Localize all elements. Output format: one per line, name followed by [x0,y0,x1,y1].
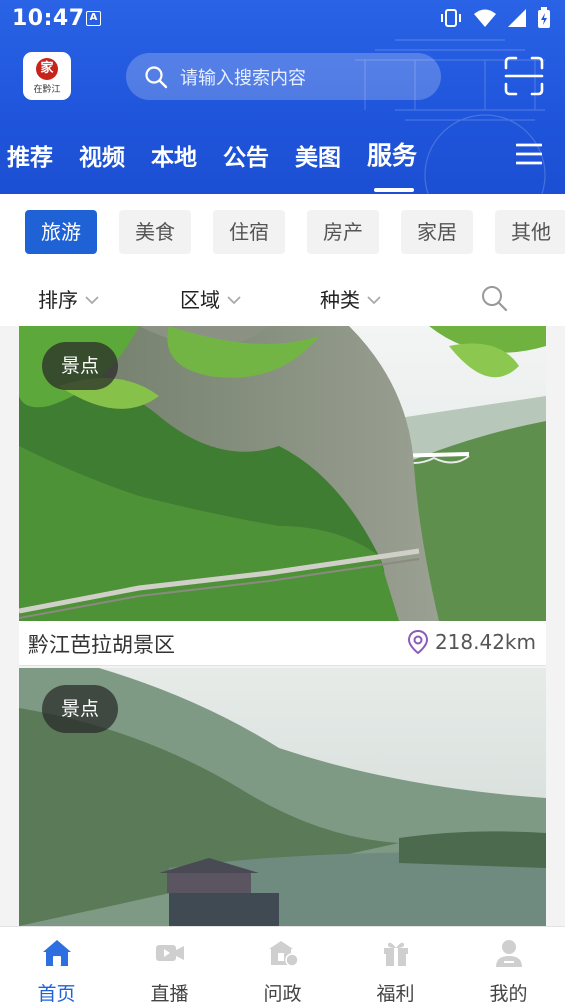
filter-search-icon[interactable] [480,284,508,312]
system-icons [439,7,551,28]
nav-benefits-label: 福利 [376,983,415,1004]
nav-inquiry-label: 问政 [263,983,302,1004]
logo-seal: 家 [36,57,58,80]
nav-inquiry[interactable]: 问政 [226,927,339,1004]
status-bar: 10:47 A [0,0,565,38]
notification-a-icon: A [86,11,101,26]
home-icon [43,940,71,966]
chevron-down-icon [227,295,241,304]
app-logo[interactable]: 家 在黔江 [23,52,71,100]
logo-text: 在黔江 [33,84,61,95]
bottom-nav: 首页 直播 问政 福利 我的 [0,926,565,1004]
location-pin-icon [407,629,428,655]
nav-home[interactable]: 首页 [0,927,113,1004]
chip-lodging[interactable]: 住宿 [213,210,285,254]
tab-recommend[interactable]: 推荐 [7,138,53,172]
user-icon [496,940,522,967]
battery-icon [538,7,550,28]
chip-real-estate[interactable]: 房产 [307,210,379,254]
poi-distance: 218.42km [407,629,536,655]
status-time: 10:47 [12,6,85,31]
poi-card[interactable]: 景点 黔江芭拉胡景区 218.42km [19,326,546,666]
gift-icon [384,942,408,966]
chip-food[interactable]: 美食 [119,210,191,254]
filter-area-label: 区域 [180,288,220,312]
filter-area[interactable]: 区域 [180,284,242,313]
chevron-down-icon [85,295,99,304]
chip-other[interactable]: 其他 [495,210,565,254]
search-bar[interactable]: 请输入搜索内容 [126,53,441,100]
tab-video[interactable]: 视频 [79,138,125,172]
poi-feed: 景点 黔江芭拉胡景区 218.42km 景点 [0,326,565,926]
tab-pictures[interactable]: 美图 [295,138,341,172]
poi-title: 黔江芭拉胡景区 [28,633,175,657]
app-header: 10:47 A 家 在黔江 请输入搜索内容 推荐 视频 本地 公告 美图 服务 [0,0,565,194]
chip-home[interactable]: 家居 [401,210,473,254]
poi-distance-value: 218.42km [434,630,536,654]
nav-benefits[interactable]: 福利 [339,927,452,1004]
active-tab-indicator [374,188,414,192]
channel-tabs: 推荐 视频 本地 公告 美图 服务 [0,136,565,194]
tab-service[interactable]: 服务 [367,136,417,172]
signal-icon [508,9,526,27]
chevron-down-icon [367,295,381,304]
filter-sort[interactable]: 排序 [38,284,100,313]
filter-bar: 排序 区域 种类 [0,270,565,326]
nav-live-label: 直播 [150,983,189,1004]
menu-icon[interactable] [516,142,542,166]
category-tag: 景点 [42,685,118,733]
nav-live[interactable]: 直播 [113,927,226,1004]
filter-sort-label: 排序 [38,288,78,312]
chip-travel[interactable]: 旅游 [25,210,97,254]
search-placeholder: 请输入搜索内容 [180,67,306,89]
nav-profile[interactable]: 我的 [452,927,565,1004]
video-camera-icon [156,945,184,961]
poi-card[interactable]: 景点 [19,668,546,926]
search-icon [145,65,168,88]
tab-announcement[interactable]: 公告 [223,138,269,172]
poi-info: 黔江芭拉胡景区 218.42km [19,621,546,666]
category-chips: 旅游 美食 住宿 房产 家居 其他 [0,194,565,270]
nav-home-label: 首页 [37,983,76,1004]
vibrate-icon [441,9,461,27]
filter-type-label: 种类 [320,288,360,312]
filter-type[interactable]: 种类 [320,284,382,313]
scan-icon[interactable] [504,56,544,96]
government-chat-icon [269,941,299,967]
nav-profile-label: 我的 [489,983,528,1004]
category-tag: 景点 [42,342,118,390]
wifi-icon [474,9,496,27]
tab-local[interactable]: 本地 [151,138,197,172]
